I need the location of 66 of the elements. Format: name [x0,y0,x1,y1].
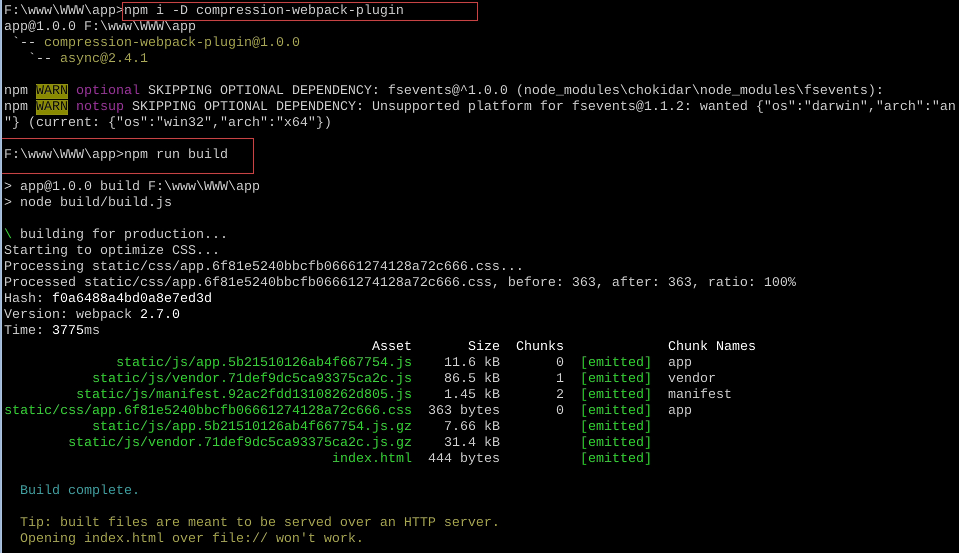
warn-badge: WARN [36,100,68,115]
table-cell: 31.4 kB [444,436,500,451]
table-cell: [emitted] [580,420,652,435]
table-cell: manifest [668,388,732,403]
console-text: 2.7.0 [140,308,180,323]
table-cell: [emitted] [580,436,652,451]
table-cell: index.html [332,452,412,467]
table-cell: [emitted] [580,388,652,403]
column-header: Chunks [516,340,564,355]
table-cell: [emitted] [580,452,652,467]
table-cell: 0 [556,356,564,371]
table-cell: static/js/app.5b21510126ab4f667754.js [116,356,412,371]
console-text: optional [74,84,140,99]
column-header: Asset [372,340,412,355]
column-header: Size [468,340,500,355]
table-cell: static/js/vendor.71def9dc5ca93375ca2c.js.gz [68,436,412,451]
console-text: building for production... [18,228,228,243]
console-text: Time: [4,324,45,339]
console-text: Version: webpack [4,308,133,323]
console-text: SKIPPING OPTIONAL DEPENDENCY: fsevents@^1.0.0 (node_modules\chokidar\node_modules\fsevents): [146,84,884,99]
console-text: npm [4,100,29,115]
column-header: Chunk Names [668,340,756,355]
table-cell: 0 [556,404,564,419]
console-text: ms [84,324,100,339]
console-text: Tip: built files are meant to be served over an HTTP server. [18,516,500,531]
warn-badge: WARN [36,84,68,99]
table-cell: 86.5 kB [444,372,500,387]
console-text: `-- [10,36,37,51]
console-text: app@1.0.0 F:\www\WWW\app [4,20,196,35]
table-cell: [emitted] [580,356,652,371]
console-text: `-- [26,52,53,67]
console-text: f0a6488a4bd0a8e7ed3d [52,292,212,307]
console-text: Starting to optimize CSS... [4,244,220,259]
console-text: Processing static/css/app.6f81e5240bbcfb06661274128a72c666.css... [4,260,524,275]
table-cell: 7.66 kB [444,420,500,435]
table-cell: vendor [668,372,716,387]
table-cell: 1 [556,372,564,387]
console-text: 3775 [52,324,84,339]
console-text: async@2.4.1 [60,52,148,67]
table-cell: app [668,404,692,419]
console-text: npm [4,84,29,99]
console-text: compression-webpack-plugin@1.0.0 [44,36,300,51]
highlighted-command: npm i -D compression-webpack-plugin [124,4,476,19]
table-cell: 1.45 kB [444,388,500,403]
table-cell: static/js/app.5b21510126ab4f667754.js.gz [92,420,412,435]
console-text: \ [4,228,12,243]
console-text: notsup [74,100,124,115]
console-text: F:\www\WWW\app>npm run build [4,148,228,163]
console-text: > app@1.0.0 build F:\www\WWW\app [4,180,260,195]
table-cell: 2 [556,388,564,403]
console-text: "} (current: {"os":"win32","arch":"x64"}) [4,116,332,131]
console-text: > node build/build.js [4,196,172,211]
console-text: SKIPPING OPTIONAL DEPENDENCY: Unsupported platform for fsevents@1.1.2: wanted {"os":"darwin","arch":"an [130,100,956,115]
table-cell: 444 bytes [428,452,500,467]
table-cell: 363 bytes [428,404,500,419]
table-cell: [emitted] [580,372,652,387]
console-text: Opening index.html over file:// won't work. [18,532,364,547]
console-text: Processed static/css/app.6f81e5240bbcfb06661274128a72c666.css, before: 363, after: 363, ratio: 100% [4,276,796,291]
table-cell: 11.6 kB [444,356,500,371]
console-text: Build complete. [18,484,140,499]
table-cell: static/css/app.6f81e5240bbcfb06661274128a72c666.css [4,404,412,419]
table-cell: static/js/manifest.92ac2fdd13108262d805.js [76,388,412,403]
table-cell: app [668,356,692,371]
table-cell: [emitted] [580,404,652,419]
table-cell: static/js/vendor.71def9dc5ca93375ca2c.js [92,372,412,387]
console-text: Hash: [4,292,45,307]
